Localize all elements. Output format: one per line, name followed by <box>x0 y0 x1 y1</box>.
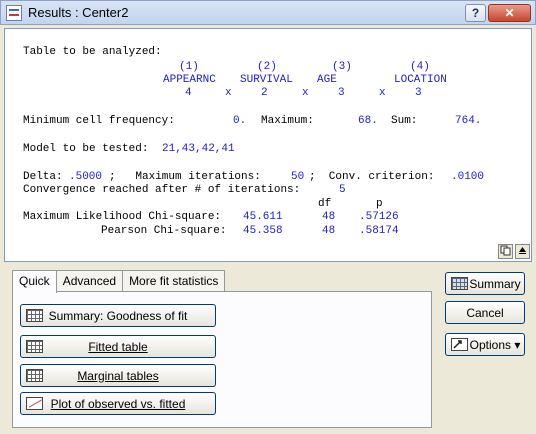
title-bar: Results : Center2 ? ✕ <box>0 0 536 25</box>
table-icon <box>451 277 468 290</box>
copy-icon[interactable] <box>498 244 513 259</box>
factor-2-name: SURVIVAL <box>240 74 293 86</box>
help-button[interactable]: ? <box>465 4 486 22</box>
model-label: Model to be tested: <box>23 143 149 155</box>
ml-df-value: 48 <box>322 211 336 223</box>
factor-1-index: (1) <box>179 61 199 73</box>
tab-advanced[interactable]: Advanced <box>55 270 124 292</box>
results-window-icon <box>6 4 22 21</box>
df-header: df <box>318 198 332 210</box>
max-value: 68. <box>358 115 378 127</box>
tab-more-fit-statistics[interactable]: More fit statistics <box>122 270 226 292</box>
factor-1-levels: 4 <box>185 87 192 99</box>
factor-2-levels: 2 <box>261 87 268 99</box>
pearson-p-value: .58174 <box>359 225 399 237</box>
close-button[interactable]: ✕ <box>488 4 531 22</box>
factor-4-name: LOCATION <box>394 74 447 86</box>
convergence-label: Convergence reached after # of iteration… <box>23 184 301 196</box>
collapse-up-icon[interactable] <box>515 244 530 259</box>
window-title: Results : Center2 <box>28 5 129 20</box>
scatterplot-icon <box>26 397 43 410</box>
convergence-value: 5 <box>339 184 346 196</box>
table-icon <box>26 309 43 322</box>
options-icon <box>451 338 468 351</box>
cancel-button[interactable]: Cancel <box>445 301 525 324</box>
times-sign: x <box>379 87 386 99</box>
quick-tab-page: Summary: Goodness of fit Fitted table Ma… <box>12 291 432 428</box>
plot-observed-vs-fitted-button[interactable]: Plot of observed vs. fitted <box>20 392 216 415</box>
min-cell-label: Minimum cell frequency: <box>23 115 175 127</box>
min-cell-value: 0. <box>233 115 247 127</box>
tab-quick[interactable]: Quick <box>12 270 57 293</box>
max-label: Maximum: <box>261 115 314 127</box>
factor-3-index: (3) <box>332 61 352 73</box>
fitted-table-button[interactable]: Fitted table <box>20 335 216 358</box>
results-text-panel: Table to be analyzed: (1) (2) (3) (4) AP… <box>4 28 532 262</box>
max-iterations-value: 50 <box>291 171 305 183</box>
summary-goodness-of-fit-label: Summary: Goodness of fit <box>48 308 188 323</box>
factor-3-levels: 3 <box>338 87 345 99</box>
delta-label: Delta: <box>23 171 63 183</box>
factor-3-name: AGE <box>317 74 337 86</box>
sum-value: 764. <box>455 115 482 127</box>
times-sign: x <box>302 87 309 99</box>
factor-2-index: (2) <box>257 61 277 73</box>
model-value: 21,43,42,41 <box>162 143 235 155</box>
summary-goodness-of-fit-button[interactable]: Summary: Goodness of fit <box>20 304 216 327</box>
marginal-tables-button[interactable]: Marginal tables <box>20 364 216 387</box>
factor-4-index: (4) <box>410 61 430 73</box>
options-label: Options ▾ <box>469 337 521 352</box>
table-header: Table to be analyzed: <box>23 46 162 58</box>
table-icon <box>26 369 43 382</box>
conv-criterion-label: ; Conv. criterion: <box>309 171 435 183</box>
max-iterations-label: ; Maximum iterations: <box>109 171 261 183</box>
summary-button[interactable]: Summary <box>445 272 525 295</box>
tab-strip: Quick Advanced More fit statistics <box>12 270 226 293</box>
marginal-tables-label: Marginal tables <box>77 368 159 383</box>
p-header: p <box>376 198 383 210</box>
table-icon <box>26 340 43 353</box>
ml-p-value: .57126 <box>359 211 399 223</box>
factor-4-levels: 3 <box>415 87 422 99</box>
ml-chi-value: 45.611 <box>243 211 283 223</box>
options-button[interactable]: Options ▾ <box>445 333 525 356</box>
conv-criterion-value: .0100 <box>451 171 485 183</box>
pearson-chi-value: 45.358 <box>243 225 283 237</box>
summary-label: Summary <box>469 276 521 291</box>
delta-value: .5000 <box>69 171 103 183</box>
cancel-label: Cancel <box>466 305 504 320</box>
fitted-table-label: Fitted table <box>88 339 148 354</box>
pearson-df-value: 48 <box>322 225 336 237</box>
plot-observed-vs-fitted-label: Plot of observed vs. fitted <box>50 396 186 411</box>
times-sign: x <box>225 87 232 99</box>
factor-1-name: APPEARNC <box>163 74 216 86</box>
pearson-chi-label: Pearson Chi-square: <box>101 225 227 237</box>
sum-label: Sum: <box>391 115 418 127</box>
ml-chi-label: Maximum Likelihood Chi-square: <box>23 211 222 223</box>
